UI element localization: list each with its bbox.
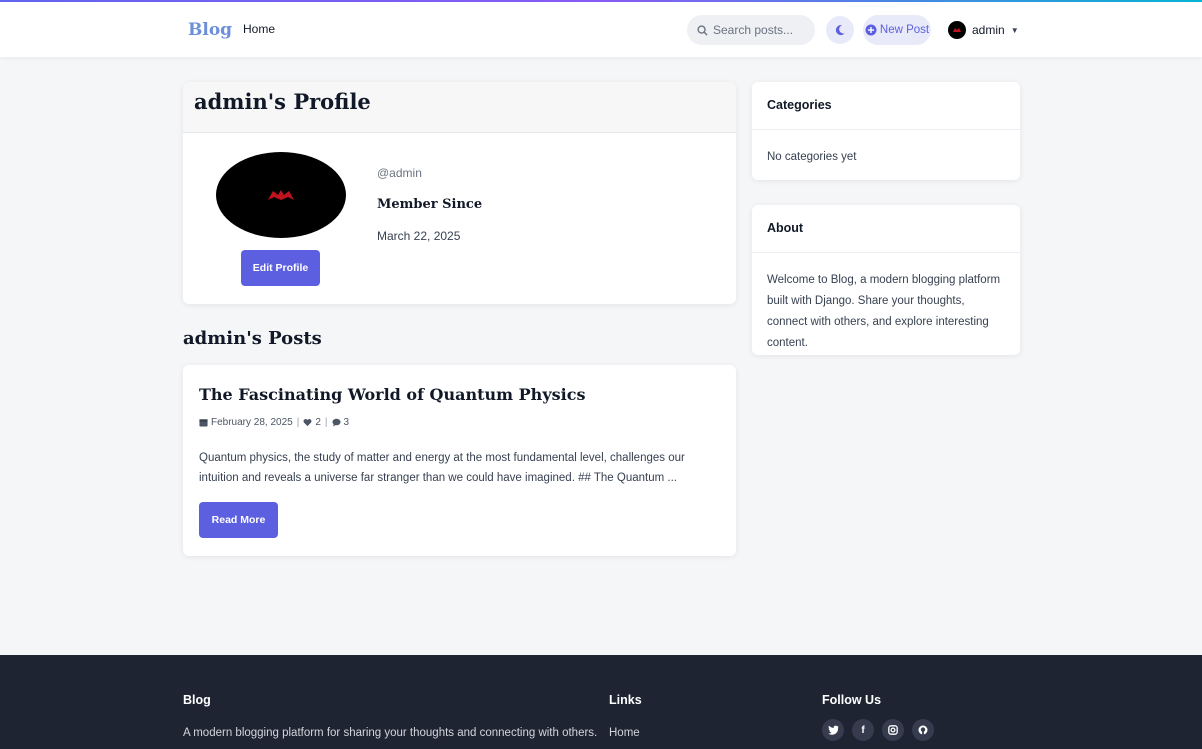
footer-link-home[interactable]: Home: [609, 727, 640, 739]
member-since-label: Member Since: [377, 197, 483, 212]
social-links: f: [822, 719, 934, 741]
posts-heading: admin's Posts: [183, 328, 322, 349]
post-comments: 3: [343, 417, 350, 428]
meta-divider: |: [296, 417, 300, 428]
post-excerpt: Quantum physics, the study of matter and…: [199, 452, 685, 484]
categories-empty-text: No categories yet: [767, 151, 857, 163]
calendar-icon: [199, 419, 208, 427]
search-input[interactable]: [713, 23, 805, 37]
footer-brand-title: Blog: [183, 693, 211, 707]
member-since-date: March 22, 2025: [377, 229, 461, 243]
instagram-icon[interactable]: [882, 719, 904, 741]
comment-icon: [331, 418, 341, 427]
about-widget: About Welcome to Blog, a modern blogging…: [752, 205, 1020, 355]
profile-card-header: admin's Profile: [183, 82, 736, 133]
user-name: admin: [972, 23, 1005, 37]
edit-profile-button[interactable]: Edit Profile: [241, 250, 320, 286]
user-menu[interactable]: admin ▼: [948, 19, 1019, 41]
brand-logo[interactable]: Blog: [188, 20, 232, 40]
twitter-icon[interactable]: [822, 719, 844, 741]
moon-icon: [835, 25, 845, 36]
new-post-label: New Post: [879, 24, 930, 36]
read-more-button[interactable]: Read More: [199, 502, 278, 538]
categories-title: Categories: [752, 82, 1020, 130]
footer-links-title: Links: [609, 693, 642, 707]
heart-icon: [303, 419, 312, 427]
avatar: [948, 21, 966, 39]
page-title: admin's Profile: [194, 89, 371, 114]
facebook-icon[interactable]: f: [852, 719, 874, 741]
footer-brand-text: A modern blogging platform for sharing y…: [183, 727, 598, 739]
profile-card: admin's Profile Edit Profile @admin Memb…: [183, 82, 736, 304]
footer: Blog A modern blogging platform for shar…: [0, 655, 1202, 749]
post-title[interactable]: The Fascinating World of Quantum Physics: [199, 385, 585, 404]
footer-follow-title: Follow Us: [822, 693, 882, 707]
plus-circle-icon: [865, 24, 877, 36]
top-navbar: Blog Home New Post admin ▼: [0, 2, 1202, 57]
search-box[interactable]: [687, 15, 815, 45]
post-card: The Fascinating World of Quantum Physics…: [183, 365, 736, 556]
chevron-down-icon: ▼: [1010, 25, 1019, 35]
profile-username: @admin: [377, 166, 422, 180]
meta-divider: |: [324, 417, 328, 428]
about-text: Welcome to Blog, a modern blogging platf…: [767, 274, 1001, 349]
profile-avatar: [216, 152, 346, 238]
post-likes: 2: [315, 417, 321, 428]
post-date: February 28, 2025: [211, 417, 293, 428]
search-icon: [697, 24, 708, 36]
nav-link-home[interactable]: Home: [243, 22, 275, 36]
categories-widget: Categories No categories yet: [752, 82, 1020, 180]
about-title: About: [752, 205, 1020, 253]
theme-toggle-button[interactable]: [826, 16, 854, 44]
github-icon[interactable]: [912, 719, 934, 741]
post-meta: February 28, 2025 | 2 | 3: [199, 417, 349, 428]
new-post-button[interactable]: New Post: [863, 15, 931, 45]
